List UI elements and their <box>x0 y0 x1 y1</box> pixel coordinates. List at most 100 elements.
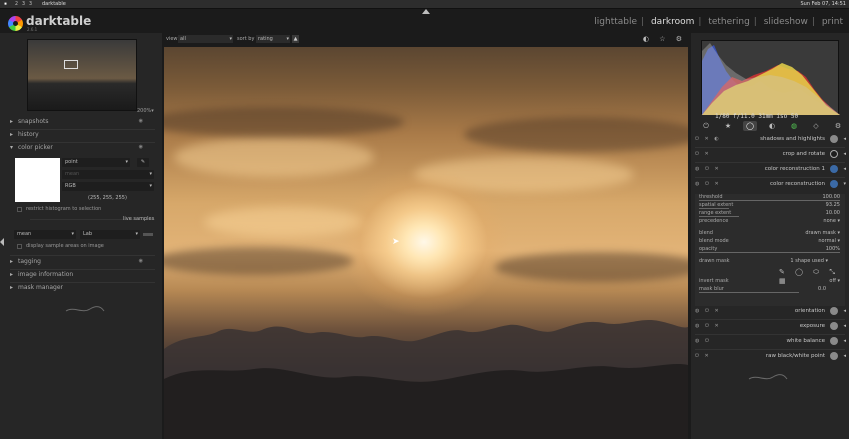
restrict-histogram-label: restrict histogram to selection <box>26 206 102 212</box>
navigation-zoom[interactable]: 200%▾ <box>137 108 154 114</box>
sun-glow <box>339 167 509 317</box>
cloud-shadow <box>164 107 404 137</box>
view-darkroom[interactable]: darkroom <box>649 17 696 27</box>
slider-track <box>699 200 840 201</box>
expand-arrow-icon: ◂ <box>843 353 846 359</box>
blend-combo[interactable]: blend drawn mask ▾ <box>699 230 840 238</box>
module-label: color picker <box>18 144 53 151</box>
color-reconstruction-params: threshold 100.00 spatial extent 93.25 ra… <box>695 194 845 306</box>
slider-track <box>699 252 840 253</box>
workspace-4[interactable]: 3 <box>29 1 32 7</box>
reset-icon[interactable]: ◉ <box>139 118 143 124</box>
workspace-1-icon[interactable]: ▪ <box>4 1 7 7</box>
half-circle-icon[interactable]: ◐ <box>765 121 779 131</box>
star-icon[interactable]: ★ <box>721 121 735 131</box>
navigation-thumbnail[interactable] <box>27 39 137 111</box>
picker-mode-combo[interactable]: point ▾ <box>62 158 130 167</box>
reset-icon[interactable]: ◉ <box>139 258 143 264</box>
module-icon <box>830 337 838 345</box>
panel-end-flourish-icon <box>748 374 788 380</box>
color-picker-toggle-button[interactable]: ✎ <box>137 158 149 167</box>
effects-icon[interactable]: ⚙ <box>831 121 845 131</box>
power-icon[interactable]: ⏻ <box>699 121 713 131</box>
expand-arrow-icon: ▸ <box>10 271 14 278</box>
module-mask-manager[interactable]: ▸ mask manager <box>10 284 155 296</box>
module-raw-black-white-point[interactable]: ⏻ ✕ raw black/white point ◂ <box>691 350 849 364</box>
module-color-reconstruction-1[interactable]: ◍ ⏻ ✕ color reconstruction 1 ◂ <box>691 163 849 177</box>
divider <box>10 282 155 283</box>
param-value: normal ▾ <box>818 238 840 244</box>
view-slideshow[interactable]: slideshow <box>762 17 810 27</box>
add-sample-button[interactable] <box>143 233 153 236</box>
module-controls-icon[interactable]: ◍ ⏻ ✕ <box>695 166 721 172</box>
precedence-combo[interactable]: precedence none ▾ <box>699 218 840 226</box>
workspace-3[interactable]: 3 <box>22 1 25 7</box>
drawn-mask-combo[interactable]: drawn mask 1 shape used ▾ <box>699 258 840 266</box>
blend-mode-combo[interactable]: blend mode normal ▾ <box>699 238 840 246</box>
sample-stat-combo[interactable]: mean ▾ <box>14 230 76 239</box>
top-panel-toggle-icon[interactable] <box>422 9 430 14</box>
expand-arrow-icon: ◂ <box>843 136 846 142</box>
module-controls-icon[interactable]: ◍ ⏻ ✕ <box>695 308 721 314</box>
sample-space-combo[interactable]: Lab ▾ <box>80 230 140 239</box>
divider <box>10 129 155 130</box>
threshold-slider[interactable]: threshold 100.00 <box>699 194 840 202</box>
image-canvas[interactable]: ➤ <box>164 47 688 439</box>
module-exposure[interactable]: ◍ ⏻ ✕ exposure ◂ <box>691 320 849 334</box>
module-color-picker[interactable]: ▾ color picker ◉ <box>10 144 155 156</box>
picker-model-combo[interactable]: RGB ▾ <box>62 182 154 191</box>
module-controls-icon[interactable]: ⏻ ✕ <box>695 151 711 157</box>
darktable-logo-icon <box>8 16 23 31</box>
module-orientation[interactable]: ◍ ⏻ ✕ orientation ◂ <box>691 305 849 319</box>
picker-area-combo[interactable]: mean ▾ <box>62 170 154 179</box>
module-label: history <box>18 131 39 138</box>
spatial-extent-slider[interactable]: spatial extent 93.25 <box>699 202 840 210</box>
mask-blur-slider[interactable]: mask blur 0.0 <box>699 286 840 294</box>
view-lighttable[interactable]: lighttable <box>592 17 639 27</box>
circle-icon[interactable]: ◯ <box>743 121 757 131</box>
sort-direction-button[interactable]: ▲ <box>292 35 299 43</box>
module-controls-icon[interactable]: ⏻ ✕ <box>695 353 711 359</box>
slider-track <box>699 208 729 209</box>
module-crop-rotate[interactable]: ⏻ ✕ crop and rotate ◂ <box>691 148 849 162</box>
module-controls-icon[interactable]: ⏻ ✕ ◐ <box>695 136 721 142</box>
module-shadows-highlights[interactable]: ⏻ ✕ ◐ shadows and highlights ◂ <box>691 133 849 147</box>
window-title[interactable]: darktable <box>42 1 66 7</box>
invert-mask-combo[interactable]: invert mask off ▾ <box>699 278 840 286</box>
view-print[interactable]: print <box>820 17 845 27</box>
left-panel-toggle-icon[interactable] <box>0 238 4 246</box>
chevron-down-icon: ▾ <box>286 36 289 42</box>
workspace-2[interactable]: 2 <box>15 1 18 7</box>
module-controls-icon[interactable]: ◍ ⏻ ✕ <box>695 323 721 329</box>
mouse-pointer-icon: ➤ <box>392 237 400 247</box>
opacity-slider[interactable]: opacity 100% <box>699 246 840 254</box>
view-filter-label: view <box>166 36 178 42</box>
cloud-highlight <box>174 137 374 177</box>
navigation-viewport-rect[interactable] <box>64 60 78 69</box>
reset-icon[interactable]: ◉ <box>139 144 143 150</box>
combo-value: mean <box>17 231 32 237</box>
eyedropper-icon: ✎ <box>140 159 146 165</box>
sort-combo[interactable]: rating ▾ <box>256 35 290 43</box>
histogram[interactable]: 1/80 f/11.0 31mm iso 50 <box>701 40 840 120</box>
expand-arrow-icon: ▸ <box>10 284 14 291</box>
view-filter-combo[interactable]: all ▾ <box>178 35 233 43</box>
top-bar-icons[interactable]: ◐ ☆ ⚙ <box>643 35 686 43</box>
display-samples-checkbox[interactable] <box>17 244 22 249</box>
module-white-balance[interactable]: ◍ ⏻ white balance ◂ <box>691 335 849 349</box>
module-controls-icon[interactable]: ◍ ⏻ ✕ <box>695 181 721 187</box>
correction-icon[interactable]: ◇ <box>809 121 823 131</box>
param-label: drawn mask <box>699 258 730 264</box>
range-extent-slider[interactable]: range extent 10.00 <box>699 210 840 218</box>
view-tethering[interactable]: tethering <box>706 17 751 27</box>
color-group-icon[interactable]: ◍ <box>787 121 801 131</box>
param-value: none ▾ <box>823 218 840 224</box>
app-name: darktable <box>26 14 92 28</box>
module-label: color reconstruction 1 <box>764 166 825 172</box>
restrict-histogram-checkbox[interactable] <box>17 207 22 212</box>
crop-icon <box>830 150 838 158</box>
picked-color-swatch <box>15 158 60 202</box>
module-color-reconstruction[interactable]: ◍ ⏻ ✕ color reconstruction ▾ <box>691 178 849 192</box>
slider-track <box>699 216 739 217</box>
module-controls-icon[interactable]: ◍ ⏻ <box>695 338 711 344</box>
